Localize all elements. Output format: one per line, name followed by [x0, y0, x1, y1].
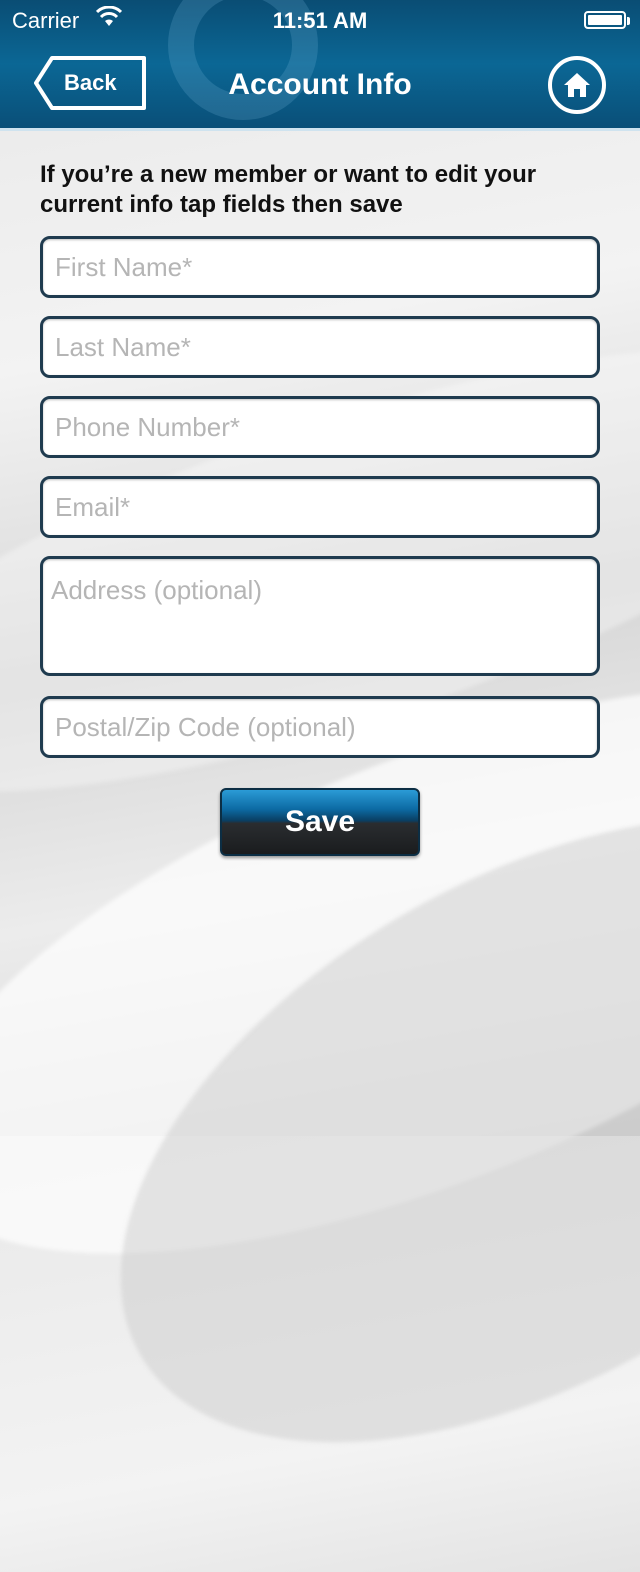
- postal-code-input[interactable]: [43, 699, 597, 755]
- phone-field[interactable]: [40, 396, 600, 458]
- email-input[interactable]: [43, 479, 597, 535]
- postal-code-field[interactable]: [40, 696, 600, 758]
- page-title: Account Info: [228, 68, 412, 101]
- last-name-field[interactable]: [40, 316, 600, 378]
- home-button[interactable]: [548, 56, 606, 114]
- save-button[interactable]: Save: [220, 788, 420, 856]
- status-bar: Carrier 11:51 AM: [0, 0, 640, 40]
- first-name-input[interactable]: [43, 239, 597, 295]
- battery-icon: [584, 11, 630, 29]
- status-time: 11:51 AM: [272, 8, 368, 33]
- phone-input[interactable]: [43, 399, 597, 455]
- address-field[interactable]: [40, 556, 600, 676]
- first-name-field[interactable]: [40, 236, 600, 298]
- last-name-input[interactable]: [43, 319, 597, 375]
- email-field[interactable]: [40, 476, 600, 538]
- nav-header: Carrier 11:51 AM Back Account Info: [0, 0, 640, 131]
- address-input[interactable]: [43, 559, 597, 673]
- home-icon: [564, 73, 590, 97]
- form-instruction: If you’re a new member or want to edit y…: [40, 161, 537, 218]
